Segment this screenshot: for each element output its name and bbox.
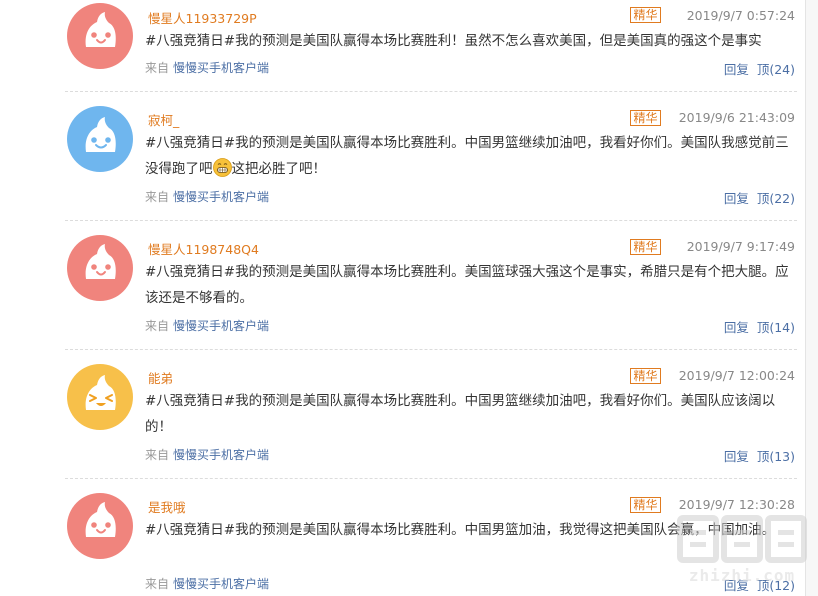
upvote-button[interactable]: 顶(12)	[757, 578, 795, 593]
timestamp: 2019/9/6 21:43:09	[678, 110, 795, 125]
comment-source: 来自 慢慢买手机客户端	[145, 317, 269, 334]
source-link[interactable]: 慢慢买手机客户端	[173, 61, 269, 75]
timestamp: 2019/9/7 12:00:24	[678, 368, 795, 383]
source-prefix: 来自	[145, 61, 170, 75]
username[interactable]: 能弟	[148, 368, 173, 387]
username[interactable]: 寂柯_	[148, 110, 179, 129]
pink-face-icon[interactable]	[67, 235, 133, 301]
source-link[interactable]: 慢慢买手机客户端	[173, 319, 269, 333]
reply-button[interactable]: 回复	[724, 320, 749, 335]
source-link[interactable]: 慢慢买手机客户端	[173, 190, 269, 204]
source-link[interactable]: 慢慢买手机客户端	[173, 577, 269, 591]
source-link[interactable]: 慢慢买手机客户端	[173, 448, 269, 462]
comment-text: #八强竞猜日#我的预测是美国队赢得本场比赛胜利。中国男篮继续加油吧，我看好你们。…	[145, 130, 798, 182]
upvote-button[interactable]: 顶(24)	[757, 62, 795, 77]
username[interactable]: 是我哦	[148, 497, 186, 516]
upvote-button[interactable]: 顶(22)	[757, 191, 795, 206]
featured-badge: 精华	[630, 497, 661, 513]
pink-face-icon[interactable]	[67, 3, 133, 69]
source-prefix: 来自	[145, 448, 170, 462]
source-prefix: 来自	[145, 190, 170, 204]
reply-button[interactable]: 回复	[724, 191, 749, 206]
reply-button[interactable]: 回复	[724, 578, 749, 593]
reply-button[interactable]: 回复	[724, 449, 749, 464]
username[interactable]: 慢星人1198748Q4	[148, 239, 259, 258]
scrollbar-track[interactable]	[805, 0, 818, 596]
upvote-button[interactable]: 顶(14)	[757, 320, 795, 335]
pink-face-icon[interactable]	[67, 493, 133, 559]
comment-actions: 回复 顶(14)	[724, 317, 795, 336]
comment-actions: 回复 顶(22)	[724, 188, 795, 207]
username[interactable]: 慢星人11933729P	[148, 8, 257, 27]
grin-emoji-icon	[212, 158, 232, 177]
comment-text: #八强竞猜日#我的预测是美国队赢得本场比赛胜利！虽然不怎么喜欢美国，但是美国真的…	[145, 33, 762, 49]
comment-text: #八强竞猜日#我的预测是美国队赢得本场比赛胜利。中国男篮继续加油吧，我看好你们。…	[145, 393, 776, 435]
reply-button[interactable]: 回复	[724, 62, 749, 77]
timestamp: 2019/9/7 9:17:49	[686, 239, 795, 254]
comment-source: 来自 慢慢买手机客户端	[145, 446, 269, 463]
upvote-button[interactable]: 顶(13)	[757, 449, 795, 464]
comment-source: 来自 慢慢买手机客户端	[145, 188, 269, 205]
comment-source: 来自 慢慢买手机客户端	[145, 575, 269, 592]
yellow-face-icon[interactable]	[67, 364, 133, 430]
comment-text-tail: 这把必胜了吧！	[231, 161, 327, 177]
timestamp: 2019/9/7 0:57:24	[686, 8, 795, 23]
comment-actions: 回复 顶(24)	[724, 59, 795, 78]
source-prefix: 来自	[145, 319, 170, 333]
divider	[65, 91, 797, 92]
comment-text: #八强竞猜日#我的预测是美国队赢得本场比赛胜利。中国男篮加油，我觉得这把美国队会…	[145, 522, 776, 538]
featured-badge: 精华	[630, 7, 661, 23]
featured-badge: 精华	[630, 368, 661, 384]
divider	[65, 478, 797, 479]
comment-actions: 回复 顶(12)	[724, 575, 795, 594]
comment-source: 来自 慢慢买手机客户端	[145, 59, 269, 76]
featured-badge: 精华	[630, 110, 661, 126]
timestamp: 2019/9/7 12:30:28	[678, 497, 795, 512]
featured-badge: 精华	[630, 239, 661, 255]
source-prefix: 来自	[145, 577, 170, 591]
blue-face-icon[interactable]	[67, 106, 133, 172]
comment-actions: 回复 顶(13)	[724, 446, 795, 465]
comment-text: #八强竞猜日#我的预测是美国队赢得本场比赛胜利。美国篮球强大强这个是事实，希腊只…	[145, 264, 789, 306]
divider	[65, 220, 797, 221]
divider	[65, 349, 797, 350]
